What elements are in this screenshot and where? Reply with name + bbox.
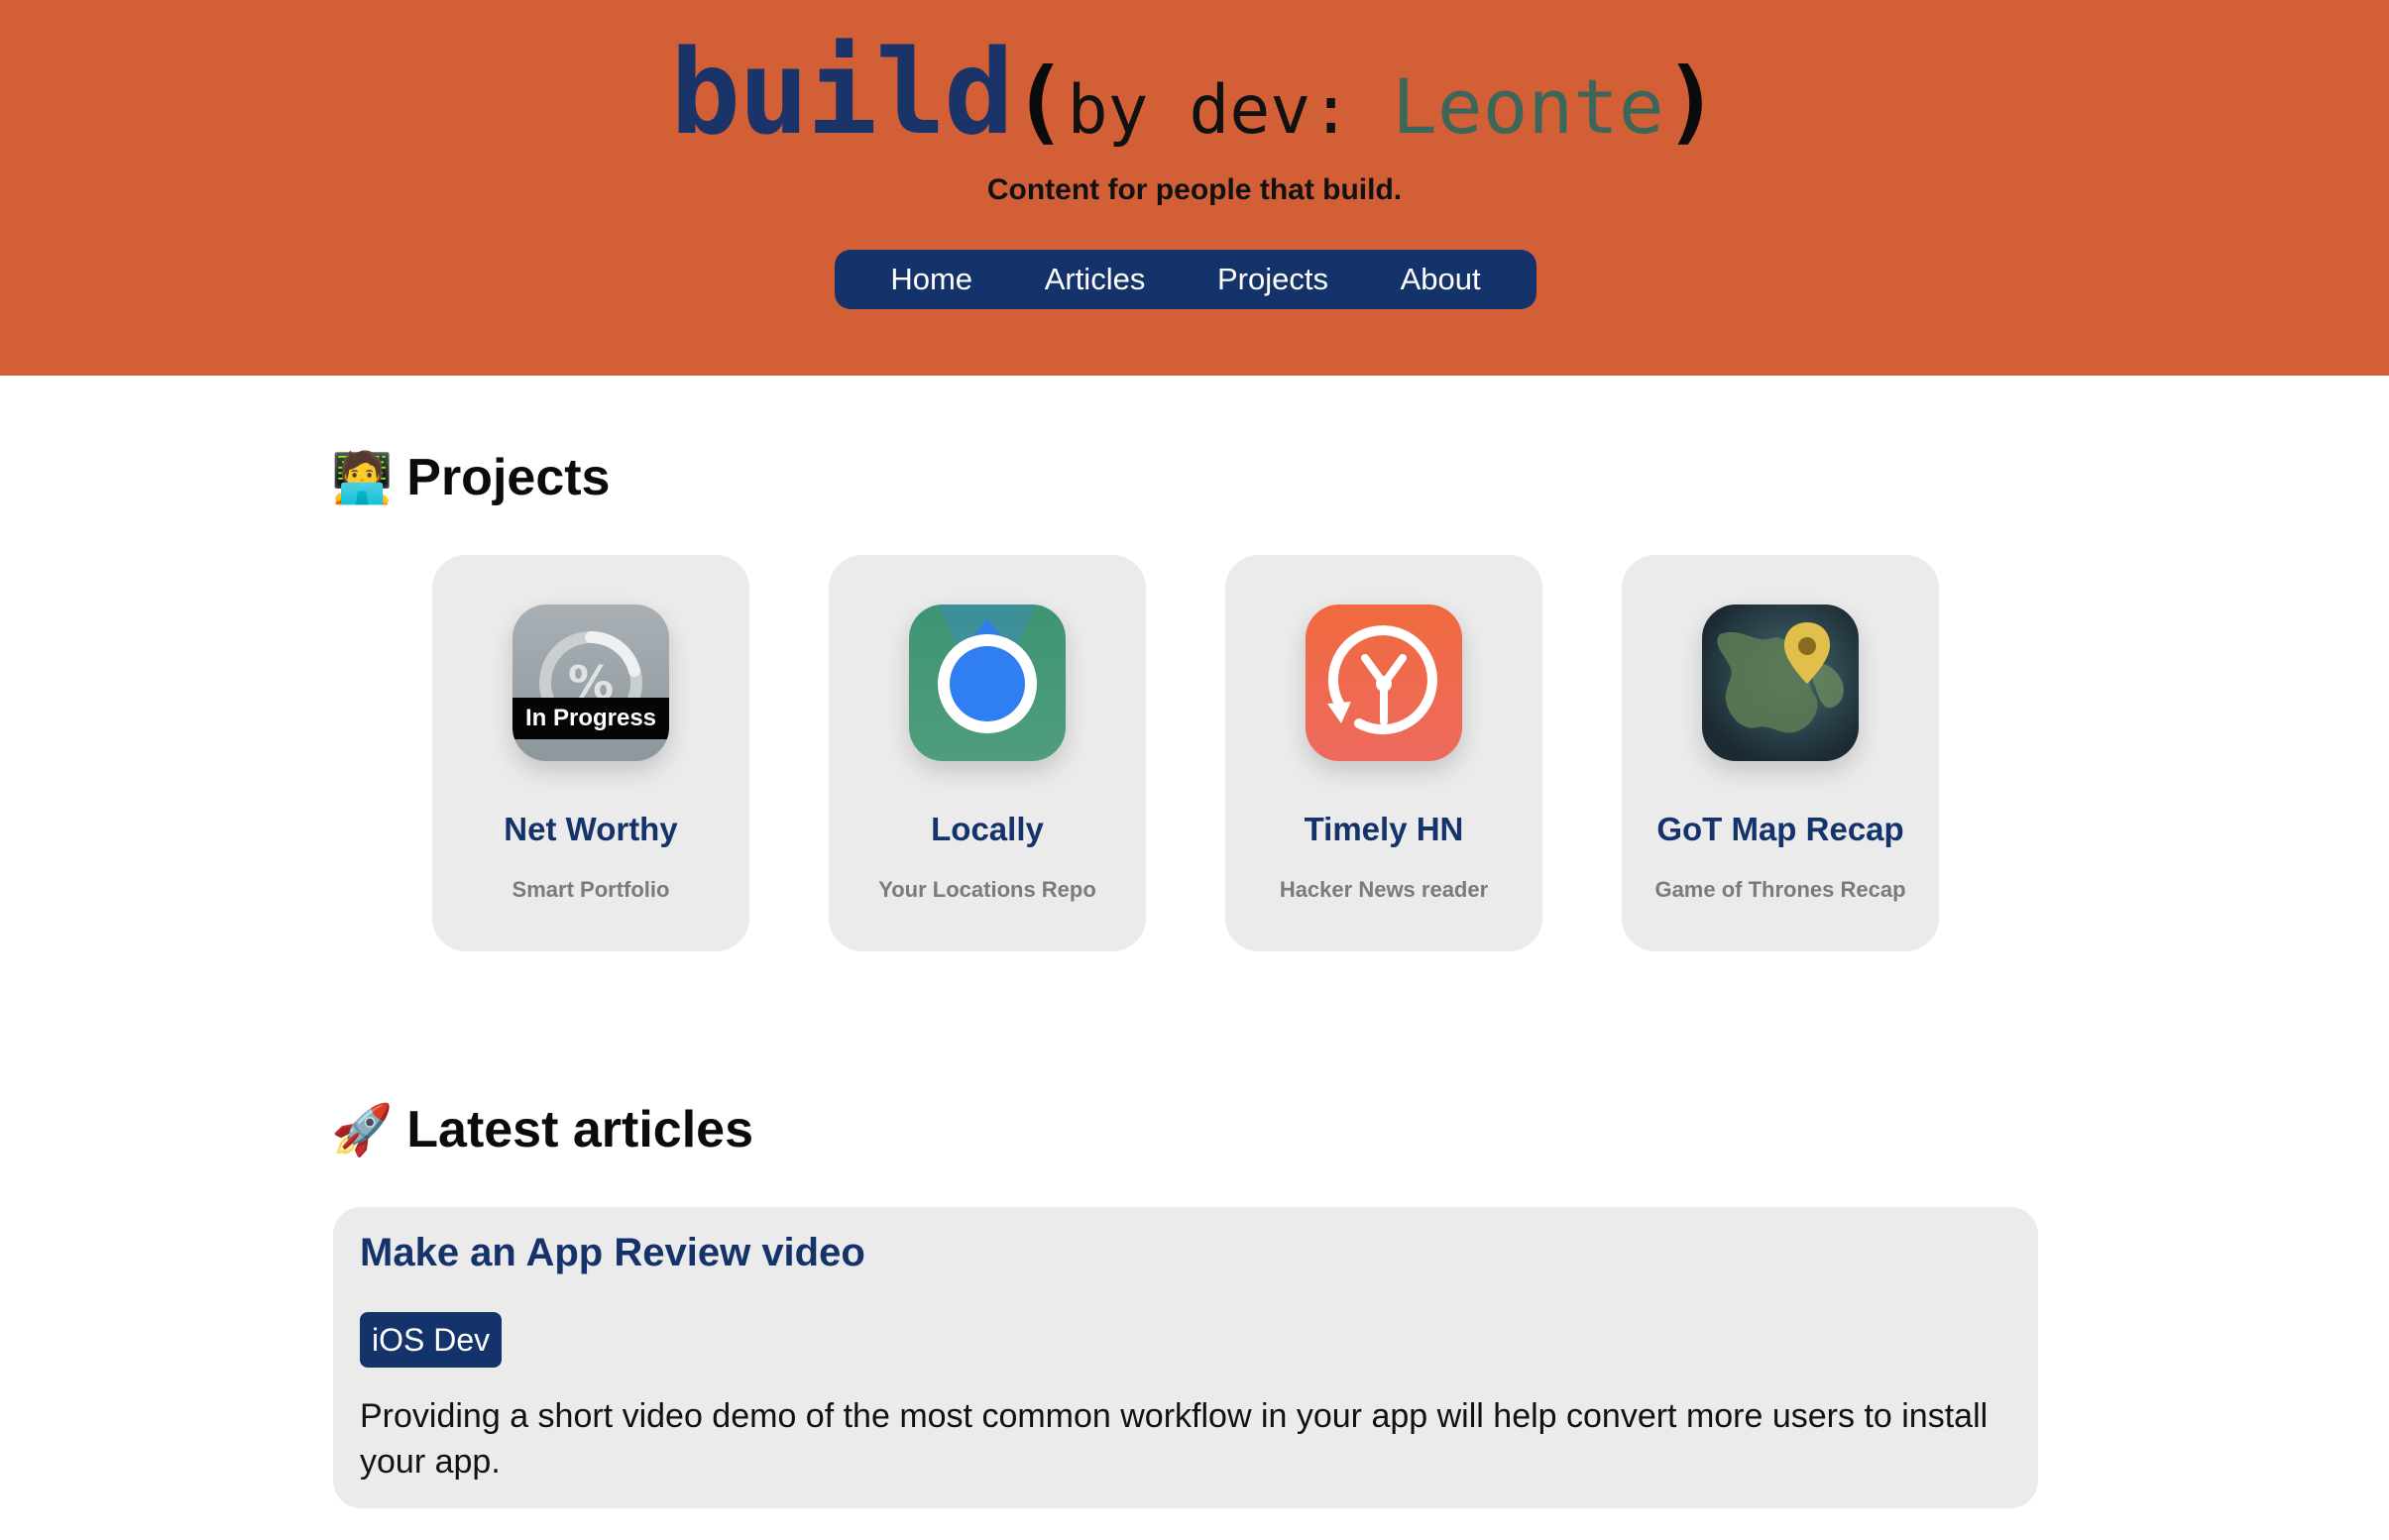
rocket-emoji-icon: 🚀 xyxy=(331,1101,394,1157)
project-card-timely-hn[interactable]: Timely HN Hacker News reader xyxy=(1225,555,1542,951)
main-nav: Home Articles Projects About xyxy=(835,250,1536,309)
project-title: Net Worthy xyxy=(504,811,678,847)
project-subtitle: Smart Portfolio xyxy=(512,877,670,902)
project-card-got-map-recap[interactable]: GoT Map Recap Game of Thrones Recap xyxy=(1622,555,1939,951)
projects-heading-text: Projects xyxy=(406,449,611,506)
percent-progress-icon: % In Progress xyxy=(512,605,669,761)
nav-about[interactable]: About xyxy=(1395,258,1487,301)
logo-author-name: Leonte xyxy=(1392,62,1664,151)
articles-heading: 🚀 Latest articles xyxy=(331,1100,753,1159)
project-subtitle: Hacker News reader xyxy=(1279,877,1489,902)
map-pin-icon xyxy=(1702,605,1859,761)
project-title: GoT Map Recap xyxy=(1656,811,1904,847)
article-title[interactable]: Make an App Review video xyxy=(360,1231,865,1275)
project-title: Locally xyxy=(931,811,1044,847)
logo-build-text: build xyxy=(669,24,1014,161)
project-subtitle: Your Locations Repo xyxy=(878,877,1096,902)
site-header: build(by dev: Leonte) Content for people… xyxy=(0,0,2389,376)
articles-heading-text: Latest articles xyxy=(406,1101,753,1158)
logo-by-text: by dev: xyxy=(1067,71,1393,150)
clock-icon xyxy=(1306,605,1462,761)
projects-heading: 🧑‍💻 Projects xyxy=(331,448,610,507)
project-title: Timely HN xyxy=(1304,811,1464,847)
article-description: Providing a short video demo of the most… xyxy=(360,1397,1989,1481)
technologist-emoji-icon: 🧑‍💻 xyxy=(331,449,394,505)
nav-articles[interactable]: Articles xyxy=(1039,258,1152,301)
article-tag[interactable]: iOS Dev xyxy=(360,1312,503,1368)
location-dot-icon xyxy=(909,605,1066,761)
nav-home[interactable]: Home xyxy=(884,258,978,301)
nav-projects[interactable]: Projects xyxy=(1211,258,1334,301)
logo-close-paren: ) xyxy=(1663,49,1720,155)
site-logo[interactable]: build(by dev: Leonte) xyxy=(0,24,2389,161)
article-card[interactable]: Make an App Review video iOS Dev Providi… xyxy=(333,1207,2038,1508)
logo-open-paren: ( xyxy=(1012,49,1068,155)
project-subtitle: Game of Thrones Recap xyxy=(1654,877,1906,902)
project-card-locally[interactable]: Locally Your Locations Repo xyxy=(829,555,1146,951)
tagline: Content for people that build. xyxy=(986,173,1403,206)
in-progress-badge: In Progress xyxy=(512,698,669,739)
project-card-net-worthy[interactable]: % In Progress Net Worthy Smart Portfolio xyxy=(432,555,749,951)
